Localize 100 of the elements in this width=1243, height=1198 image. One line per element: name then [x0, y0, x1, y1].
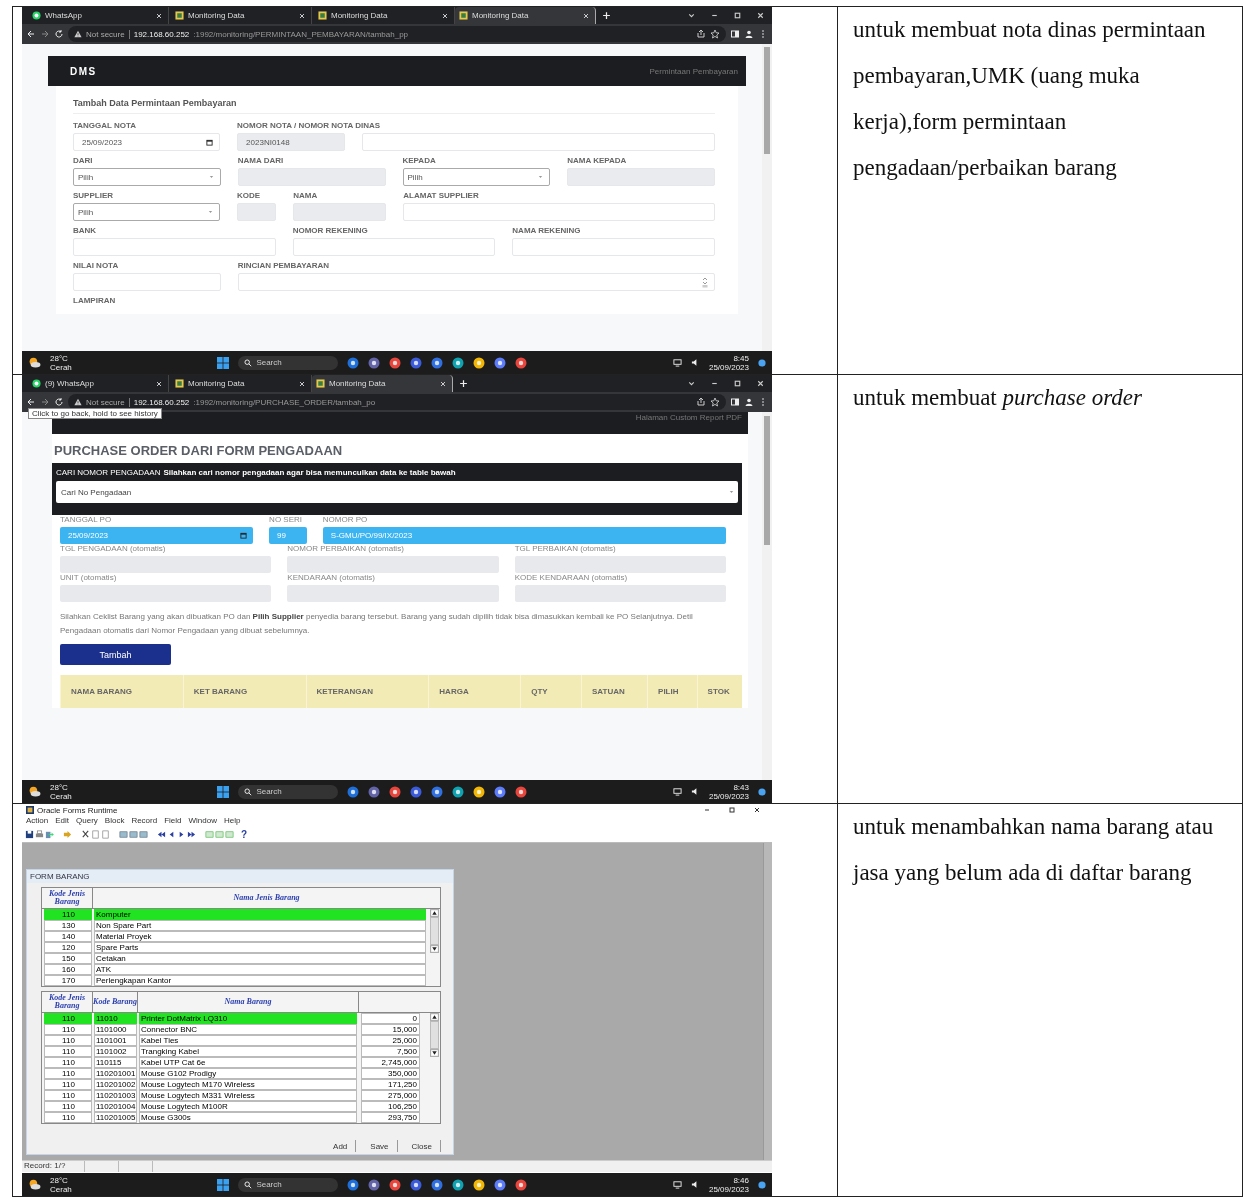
- table-cell[interactable]: 120: [44, 942, 92, 953]
- scroll-up-icon[interactable]: [429, 1013, 439, 1021]
- app-icon[interactable]: [410, 785, 423, 798]
- browser-tab[interactable]: Monitoring Data: [312, 375, 453, 392]
- app-icon[interactable]: [431, 785, 444, 798]
- table-cell[interactable]: Mouse Logytech M100R: [139, 1101, 357, 1112]
- table-cell[interactable]: 150: [44, 953, 92, 964]
- back-arrow-icon[interactable]: [26, 397, 36, 407]
- table-cell[interactable]: Material Proyek: [94, 931, 426, 942]
- app-icon[interactable]: [494, 785, 507, 798]
- app-icon[interactable]: [473, 785, 486, 798]
- last-icon[interactable]: [187, 830, 196, 839]
- table-cell[interactable]: 130: [44, 920, 92, 931]
- reload-icon[interactable]: [54, 29, 64, 39]
- address-bar[interactable]: Not secure 192.168.60.252 :1992/monitoring/PURCHASE_ORDER/tambah_po: [68, 394, 726, 410]
- app-icon[interactable]: [494, 356, 507, 369]
- share-icon[interactable]: [696, 29, 706, 39]
- app-icon[interactable]: [410, 1178, 423, 1191]
- table-cell[interactable]: Kabel Ties: [139, 1035, 357, 1046]
- search-box[interactable]: Search: [238, 784, 339, 799]
- browser-tab[interactable]: Monitoring Data: [455, 7, 596, 24]
- forward-arrow-icon[interactable]: [40, 29, 50, 39]
- menu-item[interactable]: Block: [104, 816, 125, 827]
- table-cell[interactable]: 110: [44, 1024, 92, 1035]
- text-field[interactable]: [512, 238, 715, 256]
- scissors-icon[interactable]: [81, 830, 90, 839]
- monitor-icon[interactable]: [672, 1180, 682, 1189]
- dropdown[interactable]: Pilih: [402, 168, 551, 186]
- table-cell[interactable]: 110: [44, 1013, 92, 1024]
- price-cell[interactable]: 275,000: [361, 1090, 420, 1101]
- table-cell[interactable]: Mouse G102 Prodigy: [139, 1068, 357, 1079]
- profile-icon[interactable]: [744, 397, 754, 407]
- monitor-icon[interactable]: [672, 358, 682, 367]
- app-icon[interactable]: [494, 1178, 507, 1191]
- search-box[interactable]: Search: [238, 1177, 339, 1192]
- menu-item[interactable]: Record: [131, 816, 158, 827]
- app-icon[interactable]: [347, 356, 360, 369]
- menu-item[interactable]: Field: [164, 816, 182, 827]
- price-cell[interactable]: 293,750: [361, 1112, 420, 1123]
- date-field[interactable]: 25/09/2023: [73, 133, 221, 151]
- table-cell[interactable]: Mouse Logytech M170 Wireless: [139, 1079, 357, 1090]
- table-cell[interactable]: Trangking Kabel: [139, 1046, 357, 1057]
- menu-item[interactable]: Action: [26, 816, 49, 827]
- side-panel-icon[interactable]: [730, 29, 740, 39]
- add-icon[interactable]: [459, 379, 468, 388]
- app-icon[interactable]: [431, 1178, 444, 1191]
- forward-arrow-icon[interactable]: [40, 397, 50, 407]
- next-icon[interactable]: [177, 830, 186, 839]
- table-cell[interactable]: 110115: [94, 1057, 137, 1068]
- table-cell[interactable]: Komputer: [94, 909, 426, 920]
- price-cell[interactable]: 350,000: [361, 1068, 420, 1079]
- scroll-up-icon[interactable]: [429, 909, 439, 917]
- app-icon[interactable]: [473, 1178, 486, 1191]
- table-cell[interactable]: ATK: [94, 964, 426, 975]
- table-cell[interactable]: 160: [44, 964, 92, 975]
- notification-badge-icon[interactable]: [758, 1180, 766, 1189]
- help-button[interactable]: ?: [241, 829, 248, 840]
- back-arrow-icon[interactable]: [26, 29, 36, 39]
- table-cell[interactable]: Kabel UTP Cat 6e: [139, 1057, 357, 1068]
- app-icon[interactable]: [347, 1178, 360, 1191]
- price-cell[interactable]: 106,250: [361, 1101, 420, 1112]
- address-bar[interactable]: Not secure 192.168.60.252 :1992/monitoring/PERMINTAAN_PEMBAYARAN/tambah_pp: [68, 26, 726, 42]
- exit-icon[interactable]: [45, 830, 54, 839]
- monitor-icon[interactable]: [672, 787, 682, 796]
- price-cell[interactable]: 7,500: [361, 1046, 420, 1057]
- dropdown[interactable]: Pilih: [73, 168, 221, 186]
- app-icon[interactable]: [515, 785, 528, 798]
- menu-item[interactable]: Help: [224, 816, 241, 827]
- app-icon[interactable]: [452, 1178, 465, 1191]
- table-cell[interactable]: 110: [44, 1046, 92, 1057]
- menu-item[interactable]: Query: [76, 816, 98, 827]
- table-cell[interactable]: Printer DotMatrix LQ310: [139, 1013, 357, 1024]
- scroll-down-icon[interactable]: [429, 945, 439, 953]
- table-cell[interactable]: 110: [44, 1101, 92, 1112]
- side-panel-icon[interactable]: [730, 397, 740, 407]
- table-cell[interactable]: 110: [44, 1079, 92, 1090]
- windows-logo-icon[interactable]: [217, 785, 230, 798]
- table-cell[interactable]: Connector BNC: [139, 1024, 357, 1035]
- primary-button[interactable]: Tambah: [60, 644, 171, 665]
- chevron-down-icon[interactable]: [687, 379, 696, 388]
- app-icon[interactable]: [347, 785, 360, 798]
- price-cell[interactable]: 2,745,000: [361, 1057, 420, 1068]
- star-icon[interactable]: [710, 397, 720, 407]
- app-icon[interactable]: [515, 356, 528, 369]
- calendar-icon[interactable]: [240, 532, 248, 539]
- profile-icon[interactable]: [744, 29, 754, 39]
- breadcrumb[interactable]: Permintaan Pembayaran: [649, 66, 738, 76]
- search-box[interactable]: Search: [238, 355, 339, 370]
- table-cell[interactable]: Non Spare Part: [94, 920, 426, 931]
- windows-logo-icon[interactable]: [217, 356, 230, 369]
- header-link[interactable]: Halaman Custom Report PDF: [635, 413, 742, 422]
- table-cell[interactable]: Mouse Logytech M331 Wireless: [139, 1090, 357, 1101]
- table-cell[interactable]: 110201005: [94, 1112, 137, 1123]
- notification-badge-icon[interactable]: [758, 358, 766, 367]
- chevron-down-icon[interactable]: [687, 11, 696, 20]
- table-cell[interactable]: 110: [44, 1112, 92, 1123]
- add-icon[interactable]: [602, 11, 611, 20]
- scrollbar[interactable]: [762, 44, 772, 351]
- app-icon[interactable]: [452, 356, 465, 369]
- table-cell[interactable]: 110: [44, 1035, 92, 1046]
